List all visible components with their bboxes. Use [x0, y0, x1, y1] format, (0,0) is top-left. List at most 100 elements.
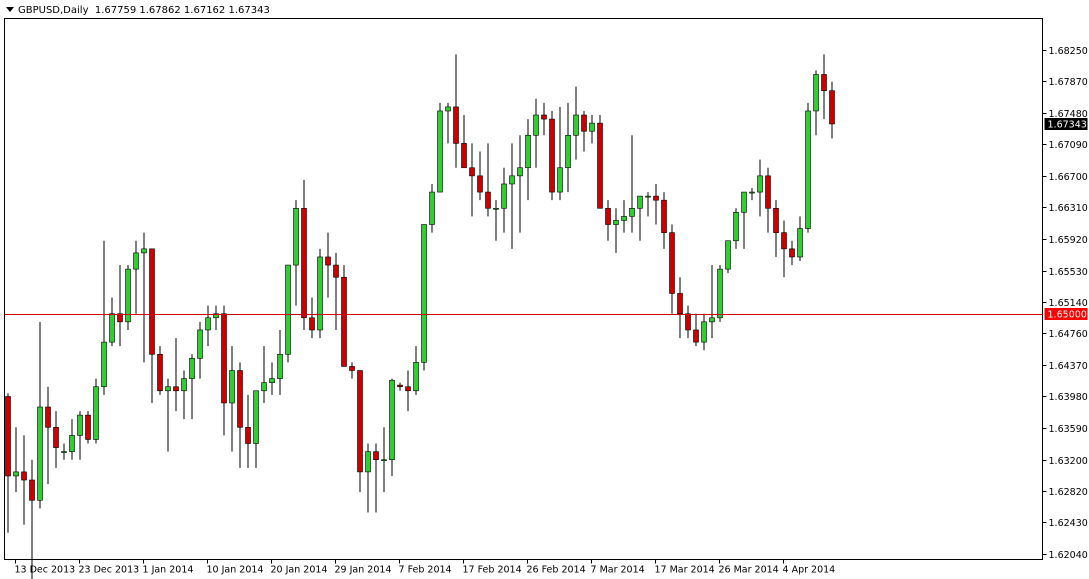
candle — [637, 195, 643, 241]
candle-body-bull — [437, 110, 443, 193]
candle — [597, 115, 603, 209]
candle-body-bear — [405, 386, 411, 392]
candle-body-bull — [565, 134, 571, 169]
candle — [805, 102, 811, 233]
candle — [725, 240, 731, 274]
candle — [717, 265, 723, 322]
candle-body-bear — [221, 313, 227, 404]
candle — [653, 183, 659, 225]
candle — [533, 98, 539, 168]
candle-body-bull — [181, 378, 187, 392]
x-tick-label: 17 Mar 2014 — [655, 565, 715, 576]
candle-body-bull — [101, 341, 107, 388]
candle — [101, 240, 107, 395]
candle — [541, 102, 547, 136]
candle — [29, 459, 35, 579]
candle — [693, 313, 699, 347]
candle-body-bull — [421, 224, 427, 363]
dropdown-triangle-icon[interactable] — [6, 7, 14, 12]
candle — [205, 305, 211, 347]
candle — [133, 240, 139, 314]
candle — [557, 106, 563, 201]
candle-body-bear — [5, 396, 11, 477]
x-tick-label: 13 Dec 2013 — [15, 565, 76, 576]
candle — [69, 419, 75, 460]
candle-body-bear — [605, 207, 611, 225]
candle-body-bull — [205, 317, 211, 331]
candle — [397, 382, 403, 391]
candle-body-bull — [77, 414, 83, 436]
candle-body-bull — [557, 167, 563, 193]
candle — [821, 54, 827, 120]
candle — [229, 346, 235, 452]
candle-body-bull — [69, 435, 75, 452]
candle — [85, 411, 91, 444]
candle — [125, 265, 131, 330]
candle — [221, 305, 227, 436]
candle — [293, 200, 299, 306]
candle — [149, 248, 155, 403]
candle-body-bear — [301, 207, 307, 319]
candle-body-bull — [389, 379, 395, 461]
time-axis[interactable]: 13 Dec 2013 23 Dec 2013 1 Jan 2014 10 Jan 2… — [15, 559, 836, 576]
candle-body-bull — [37, 406, 43, 501]
candle-body-bear — [765, 175, 771, 209]
candle-body-bear — [581, 114, 587, 132]
candle-body-bear — [157, 353, 163, 392]
y-tick-label: 1.66310 — [1049, 203, 1088, 214]
candle — [109, 297, 115, 347]
candle-body-bull — [165, 386, 171, 392]
x-tick-label: 7 Feb 2014 — [399, 565, 452, 576]
candle — [613, 208, 619, 253]
candle — [765, 167, 771, 233]
candle-body-bear — [469, 167, 475, 177]
candle-body-bear — [693, 329, 699, 343]
candle — [309, 297, 315, 339]
chart[interactable]: 1.682501.678701.674801.670901.667001.663… — [0, 0, 1089, 579]
candle — [141, 232, 147, 363]
candle-body-bull — [261, 382, 267, 392]
candle-body-bull — [533, 114, 539, 136]
candle-body-bull — [621, 216, 627, 221]
candle — [565, 102, 571, 193]
price-axis[interactable]: 1.682501.678701.674801.670901.667001.663… — [1042, 46, 1088, 561]
candle-body-bull — [709, 317, 715, 323]
candle — [13, 427, 19, 493]
candle-body-bull — [429, 191, 435, 225]
y-tick-label: 1.66700 — [1049, 172, 1088, 183]
candle — [589, 115, 595, 144]
ohlc-values: 1.67759 1.67862 1.67162 1.67343 — [94, 5, 270, 16]
candle-body-bull — [749, 191, 755, 194]
candle-body-bear — [821, 74, 827, 91]
candle-body-bear — [333, 264, 339, 278]
candle-body-bull — [293, 207, 299, 266]
y-tick-label: 1.64760 — [1049, 329, 1088, 340]
y-tick-label: 1.63590 — [1049, 424, 1088, 435]
candle-body-bear — [597, 122, 603, 209]
candle-body-bear — [781, 232, 787, 250]
y-tick-label: 1.68250 — [1049, 46, 1088, 57]
candle — [677, 277, 683, 339]
candle-body-bear — [373, 451, 379, 461]
candle-body-bull — [525, 134, 531, 169]
y-tick-label: 1.63980 — [1049, 392, 1088, 403]
candle — [21, 435, 27, 525]
candle-body-bull — [413, 362, 419, 392]
candle — [197, 321, 203, 379]
candle-body-bull — [13, 471, 19, 477]
candle — [453, 54, 459, 168]
candle — [781, 220, 787, 278]
symbol-timeframe: GBPUSD,Daily — [18, 5, 89, 16]
candle — [381, 427, 387, 493]
candle — [245, 394, 251, 468]
candles-layer — [5, 54, 835, 579]
x-tick-label: 17 Feb 2014 — [463, 565, 522, 576]
candle-body-bull — [277, 353, 283, 379]
candle — [621, 200, 627, 233]
candle — [525, 119, 531, 201]
candle-body-bear — [549, 118, 555, 193]
y-tick-label: 1.67090 — [1049, 140, 1088, 151]
x-tick-label: 26 Mar 2014 — [719, 565, 779, 576]
candle — [749, 188, 755, 201]
candle — [117, 265, 123, 347]
